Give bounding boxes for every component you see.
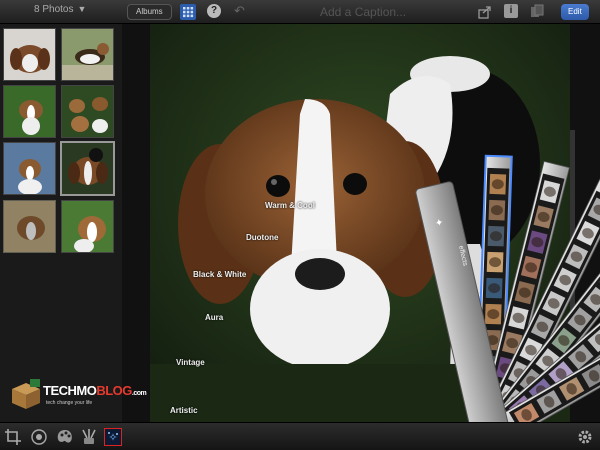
effect-label-artistic[interactable]: Artistic — [170, 406, 198, 415]
watermark-com: .com — [131, 390, 147, 397]
box-logo-icon — [12, 379, 40, 409]
effect-label-warm-cool[interactable]: Warm & Cool — [265, 201, 315, 210]
effect-label-aura[interactable]: Aura — [205, 313, 223, 322]
watermark-blog: BLOG — [96, 383, 132, 398]
watermark-techmo: TECHMO — [43, 383, 97, 398]
watermark-tagline: tech change your life — [46, 400, 93, 406]
effects-icon[interactable]: ✧ — [104, 428, 122, 446]
watermark-title: TECHMOBLOG.com — [43, 383, 147, 398]
auto-enhance-icon[interactable] — [30, 428, 48, 446]
techmoblog-watermark: TECHMOBLOG.com tech change your life — [8, 373, 147, 418]
color-palette-icon[interactable] — [56, 428, 74, 446]
effect-label-duotone[interactable]: Duotone — [246, 233, 278, 242]
crop-icon[interactable] — [4, 428, 22, 446]
effect-label-black-white[interactable]: Black & White — [193, 270, 246, 279]
brushes-icon[interactable] — [80, 428, 98, 446]
gear-icon[interactable] — [576, 428, 594, 446]
effect-label-vintage[interactable]: Vintage — [176, 358, 205, 367]
bottom-toolbar: ✧ — [0, 422, 600, 450]
